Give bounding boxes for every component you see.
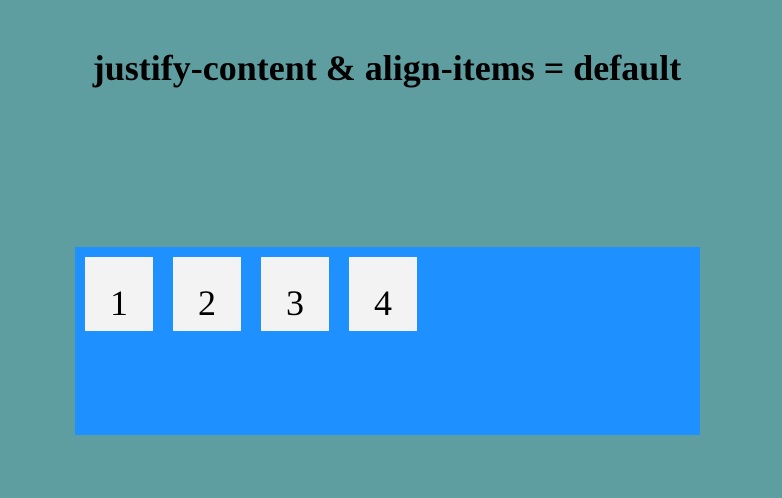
flex-item-4: 4: [349, 257, 417, 331]
flex-item-1: 1: [85, 257, 153, 331]
flex-container: 1 2 3 4: [75, 247, 700, 435]
flex-item-3: 3: [261, 257, 329, 331]
page-title: justify-content & align-items = default: [92, 48, 682, 88]
flex-item-2: 2: [173, 257, 241, 331]
